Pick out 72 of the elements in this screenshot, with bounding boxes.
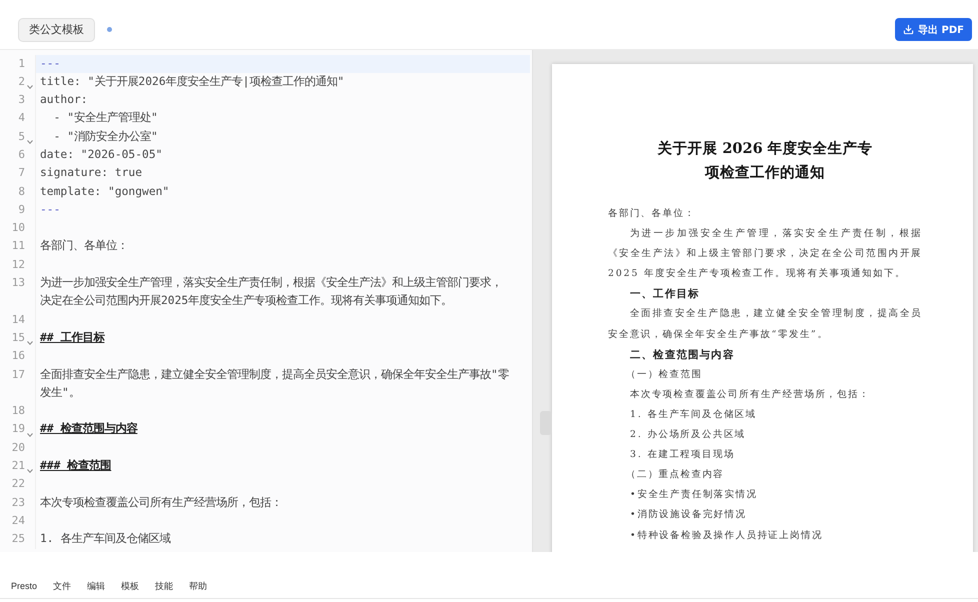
- code-line: date: "2026-05-05": [39, 146, 164, 163]
- line-number: 19: [10, 421, 25, 438]
- code-line: author:: [39, 92, 89, 108]
- fold-chevron-icon[interactable]: [27, 469, 33, 474]
- subsection-heading: （一）检查范围: [625, 368, 704, 382]
- frontmatter-delimiter: ---: [36, 54, 530, 73]
- code-line: - "消防安全办公室": [52, 128, 159, 145]
- line-number: 5: [17, 128, 25, 145]
- line-number: 1: [17, 56, 25, 72]
- menu-item[interactable]: 帮助: [189, 580, 208, 592]
- list-item: •消防设施设备完好情况: [629, 508, 748, 522]
- line-number: 15: [10, 330, 25, 346]
- line-number: 9: [17, 202, 25, 218]
- code-line: 全面排查安全生产隐患，建立健全安全管理制度，提高全员安全意识，确保全年安全生产事故"零发生"。: [39, 366, 510, 401]
- line-number: 16: [10, 348, 25, 364]
- template-button[interactable]: 类公文模板: [18, 18, 95, 42]
- line-number: 23: [10, 494, 25, 511]
- section-heading: 二、检查范围与内容: [629, 348, 736, 363]
- menu-item[interactable]: 文件: [53, 580, 72, 592]
- line-number: 13: [10, 275, 25, 292]
- menu-item[interactable]: 模板: [121, 580, 140, 592]
- heading-line: ## 工作目标: [39, 330, 106, 346]
- code-line: 1. 各生产车间及仓储区域: [39, 531, 172, 548]
- fold-chevron-icon[interactable]: [27, 432, 33, 437]
- menu-item[interactable]: Presto: [11, 580, 38, 592]
- section-heading: 一、工作目标: [629, 287, 701, 302]
- line-number: 21: [10, 458, 25, 474]
- list-item: •特种设备检验及操作人员持证上岗情况: [629, 528, 824, 542]
- fold-chevron-icon[interactable]: [27, 140, 33, 144]
- line-number: 11: [10, 238, 25, 254]
- line-number: 18: [10, 403, 25, 420]
- body-text: 本次专项检查覆盖公司所有生产经营场所，包括：: [629, 388, 871, 402]
- salutation-text: 各部门、各单位：: [608, 207, 696, 221]
- resize-handle[interactable]: [540, 411, 552, 435]
- line-number: 7: [17, 165, 25, 182]
- paragraph-text: 为进一步加强安全生产管理，落实安全生产责任制，根据《安全生产法》和上级主管部门要求，决定在全公司范围内开展 2025 年度安全生产专项检查工作。现将有关事项通知如下。: [608, 227, 922, 282]
- line-number: 25: [10, 531, 25, 548]
- code-line: - "安全生产管理处": [52, 110, 159, 126]
- fold-chevron-icon[interactable]: [27, 85, 33, 90]
- line-number: 6: [17, 146, 25, 163]
- download-icon: [903, 24, 914, 35]
- menu-item[interactable]: 技能: [155, 580, 174, 592]
- document-title: 关于开展 2026 年度安全生产专 项检查工作的通知: [656, 139, 874, 183]
- code-line: template: "gongwen": [39, 184, 170, 200]
- list-item: •安全生产责任制落实情况: [629, 488, 758, 502]
- line-number: 22: [10, 476, 25, 492]
- export-pdf-button[interactable]: 导出 PDF: [895, 18, 972, 41]
- line-number: 24: [10, 512, 25, 529]
- heading-line: ### 检查范围: [39, 458, 112, 474]
- line-number: 4: [17, 110, 25, 126]
- menu-item[interactable]: 编辑: [87, 580, 106, 592]
- line-number: 2: [17, 74, 25, 90]
- code-line: 各部门、各单位：: [39, 238, 129, 254]
- code-line: signature: true: [39, 165, 144, 182]
- heading-line: ## 检查范围与内容: [39, 421, 139, 438]
- line-number: 17: [10, 366, 25, 383]
- line-number: 20: [10, 440, 25, 456]
- frontmatter-delimiter: ---: [39, 202, 62, 218]
- subsection-heading: （二）重点检查内容: [625, 468, 726, 482]
- paragraph-text: 全面排查安全生产隐患，建立健全安全管理制度，提高全员安全意识，确保全年安全生产事故“零发生”。: [608, 307, 922, 342]
- fold-chevron-icon[interactable]: [27, 341, 33, 346]
- list-item: 1. 各生产车间及仓储区域: [629, 408, 758, 422]
- code-line: 本次专项检查覆盖公司所有生产经营场所，包括：: [39, 494, 283, 511]
- line-number: 12: [10, 256, 25, 273]
- line-number: 10: [10, 220, 25, 236]
- line-number: 14: [10, 312, 25, 328]
- code-line: 为进一步加强安全生产管理，落实安全生产责任制，根据《安全生产法》和上级主管部门要求，决定在全公司范围内开展2025年度安全生产专项检查工作。现将有关事项通知如下。: [39, 275, 503, 310]
- code-line: title: "关于开展2026年度安全生产专|项检查工作的通知": [39, 74, 346, 90]
- list-item: 3. 在建工程项目现场: [629, 448, 736, 462]
- list-item: 2. 办公场所及公共区域: [629, 428, 747, 442]
- line-number: 8: [17, 184, 25, 200]
- line-number: 3: [17, 92, 25, 108]
